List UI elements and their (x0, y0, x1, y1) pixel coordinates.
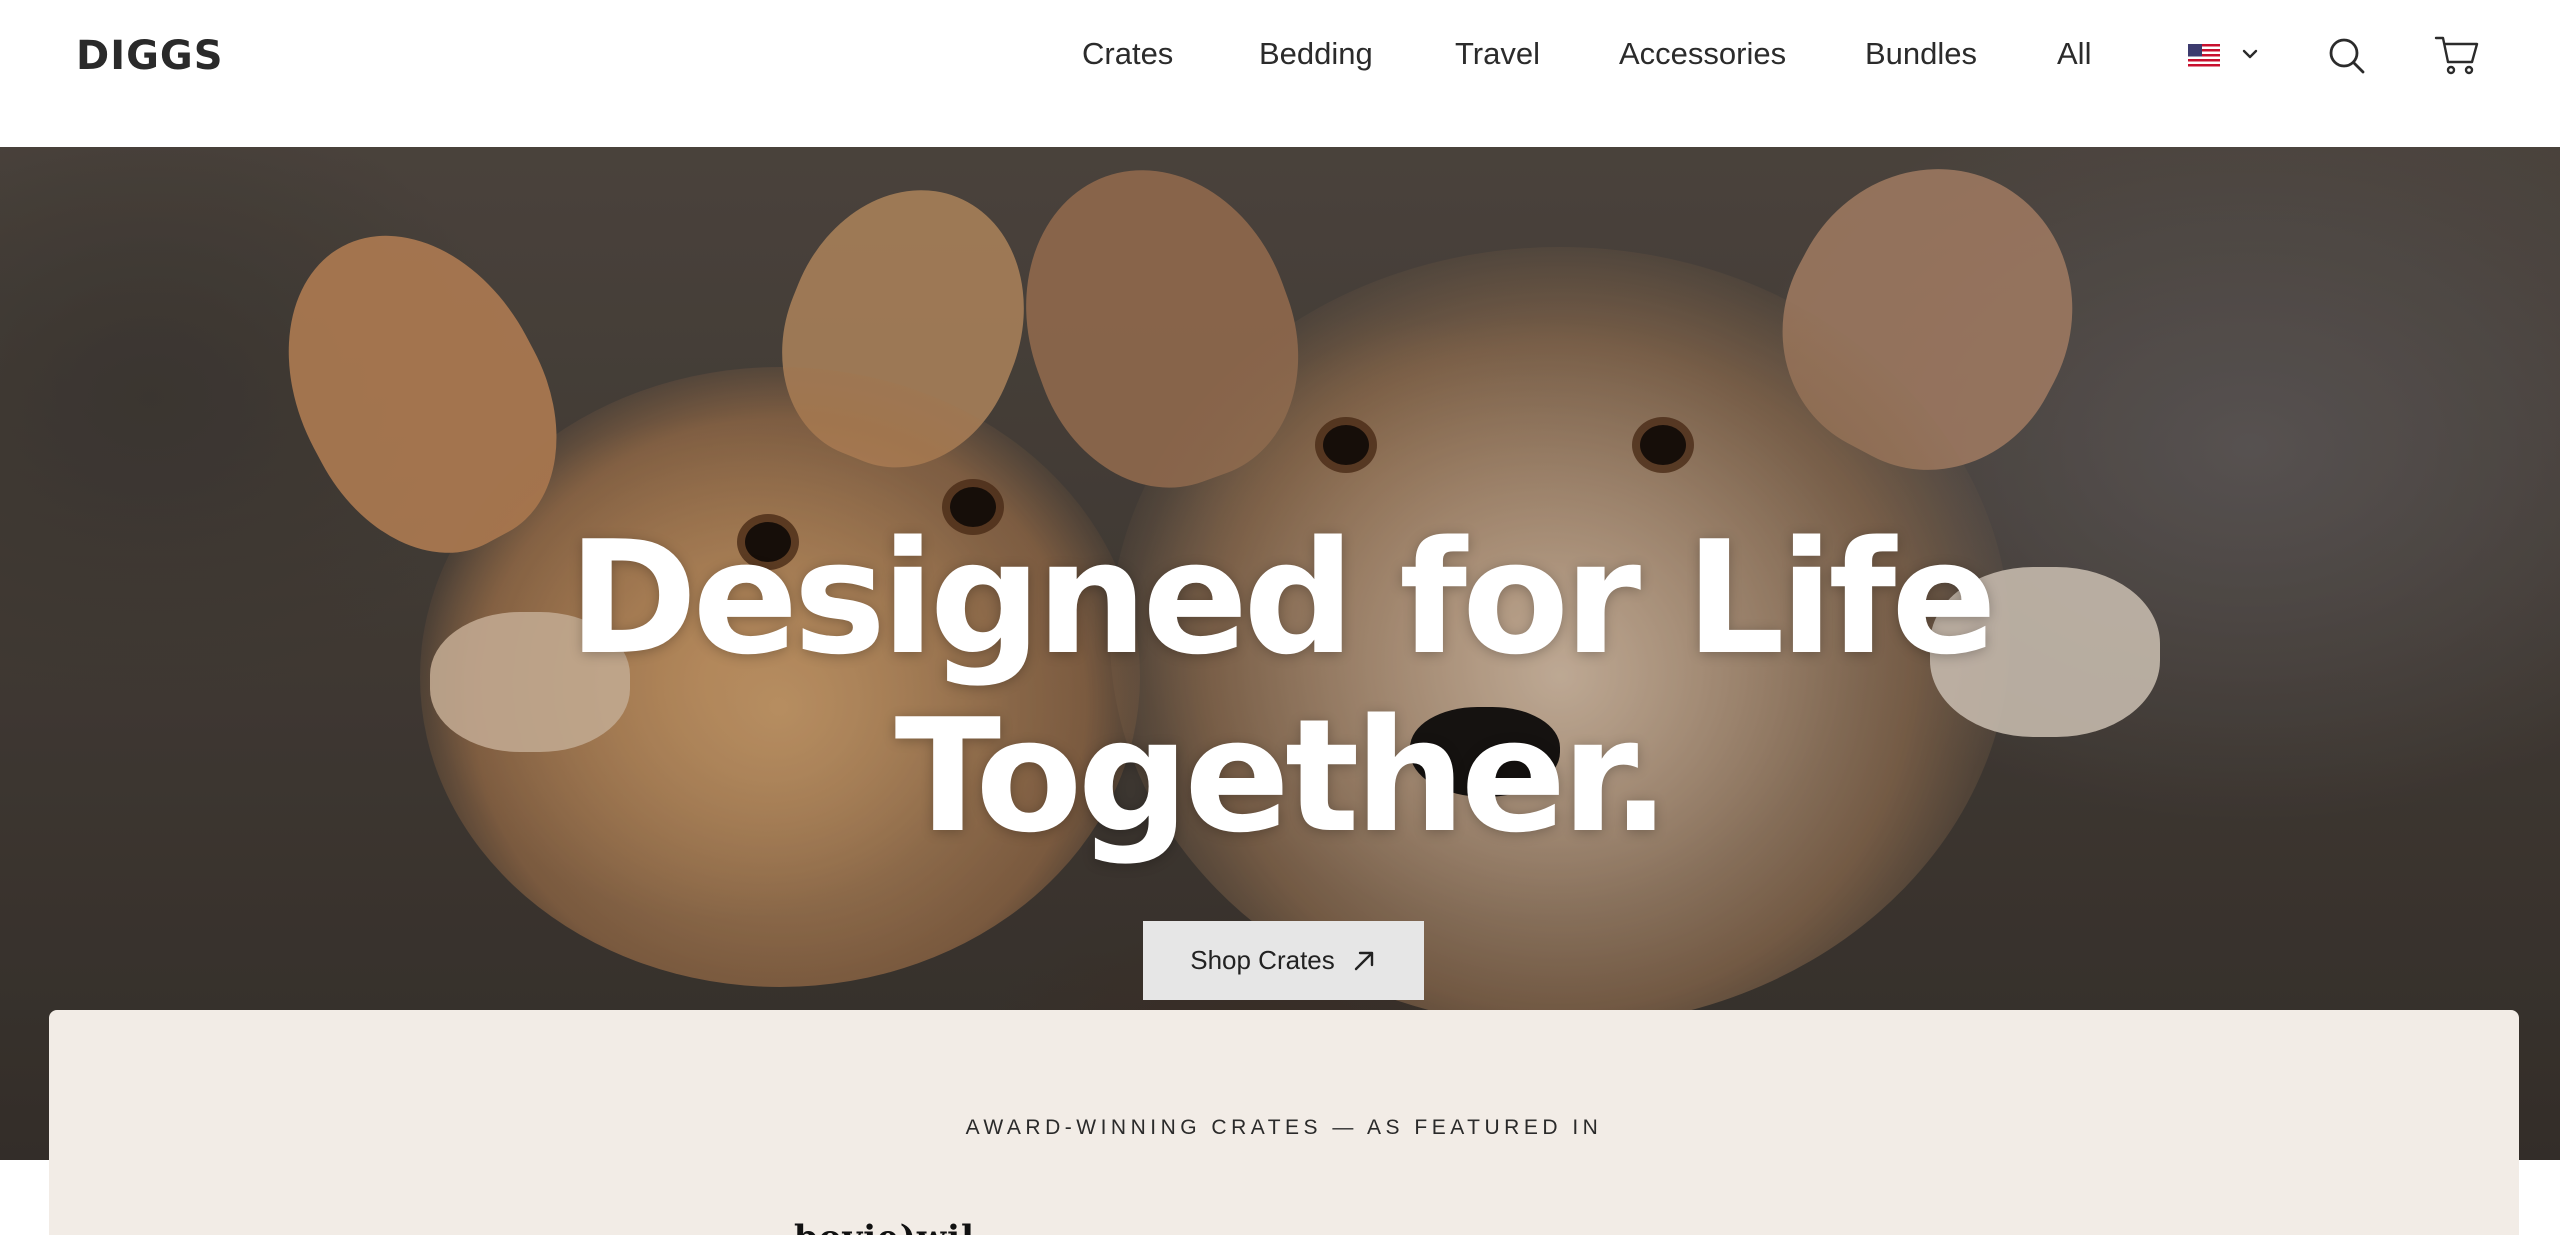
nav-item-travel[interactable]: Travel (1455, 34, 1540, 74)
main-nav: Crates Bedding Travel Accessories Bundle… (0, 34, 2560, 74)
hero-banner: Designed for Life Together. Shop Crates (0, 147, 2560, 1160)
featured-in-heading: AWARD-WINNING CRATES — AS FEATURED IN (965, 1116, 1603, 1139)
nav-item-bundles[interactable]: Bundles (1865, 34, 1977, 74)
hero-title-line-1: Designed for Life (568, 507, 1997, 689)
nav-item-all[interactable]: All (2057, 34, 2091, 74)
chevron-down-icon[interactable] (2240, 44, 2260, 64)
nav-item-accessories[interactable]: Accessories (1619, 34, 1786, 74)
search-icon[interactable] (2327, 36, 2367, 76)
shop-crates-button[interactable]: Shop Crates (1143, 921, 1424, 1000)
arrow-up-right-icon (1354, 951, 1373, 970)
us-flag-icon[interactable] (2188, 44, 2220, 67)
hero-title-line-2: Together. (894, 685, 1671, 867)
featured-in-panel: AWARD-WINNING CRATES — AS FEATURED IN bo… (49, 1010, 2519, 1235)
site-header: DIGGS Crates Bedding Travel Accessories … (0, 0, 2560, 147)
press-logo: bovie)wil (794, 1218, 975, 1235)
nav-item-crates[interactable]: Crates (1082, 34, 1173, 74)
cart-icon[interactable] (2434, 34, 2480, 76)
nav-item-bedding[interactable]: Bedding (1259, 34, 1373, 74)
hero-title: Designed for Life Together. (0, 509, 2560, 865)
shop-crates-label: Shop Crates (1190, 945, 1335, 975)
